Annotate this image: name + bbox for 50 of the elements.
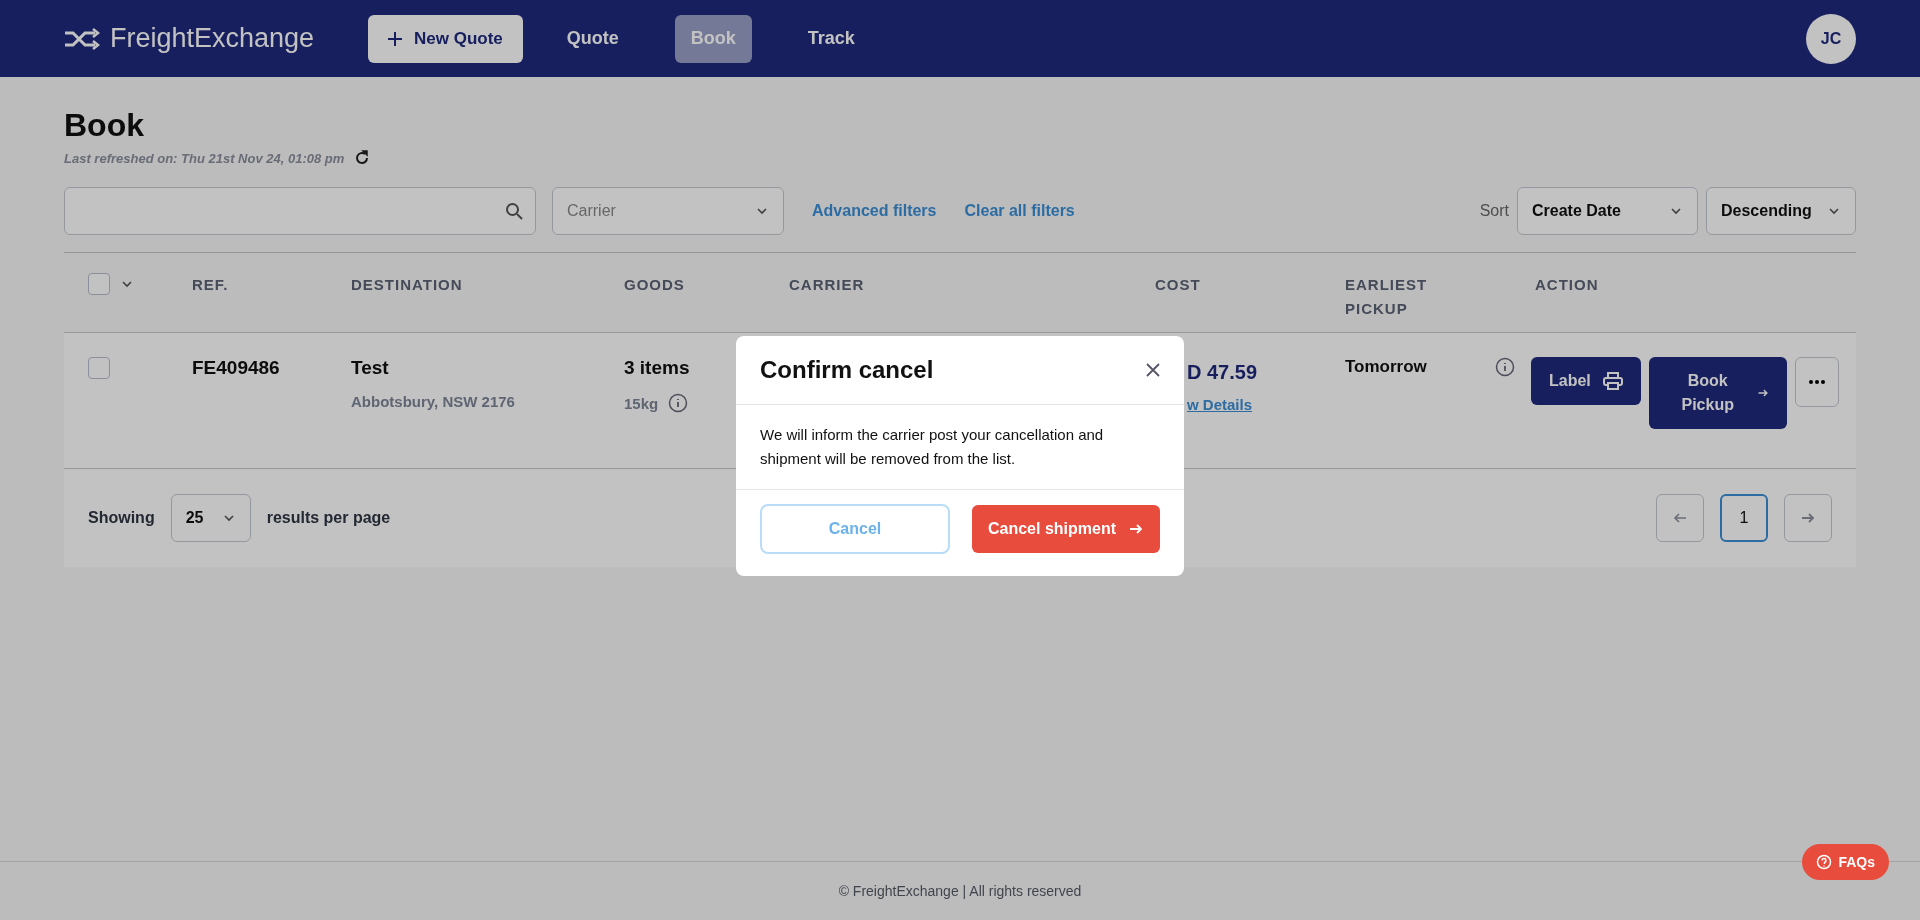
more-button[interactable] xyxy=(1794,357,1839,407)
column-header: DESTINATION xyxy=(351,275,464,295)
user-avatar[interactable]: JC xyxy=(1806,13,1856,64)
label-button[interactable]: Label xyxy=(1531,357,1641,405)
printer-icon xyxy=(1602,372,1623,390)
per-page-dropdown[interactable]: 25 xyxy=(170,494,251,542)
destination-name: Test xyxy=(351,357,390,379)
cost-amount: D 47.59 xyxy=(1187,361,1259,384)
copyright-text: © FreightExchange | All rights reserved xyxy=(838,883,1082,899)
info-icon xyxy=(1495,357,1515,377)
more-icon xyxy=(1808,380,1825,384)
faq-button[interactable]: FAQs xyxy=(1802,844,1889,880)
close-icon[interactable] xyxy=(1146,363,1160,377)
cancel-shipment-button[interactable]: Cancel shipment xyxy=(972,505,1160,553)
column-header: CARRIER xyxy=(789,275,866,295)
showing-label: Showing xyxy=(88,509,155,527)
previous-page-button[interactable] xyxy=(1656,494,1704,542)
column-header: GOODS xyxy=(624,275,686,295)
column-header: REF. xyxy=(192,275,230,295)
page-title: Book xyxy=(64,107,145,144)
select-all-checkbox[interactable] xyxy=(88,273,110,295)
sort-label: Sort xyxy=(1479,202,1509,220)
reference-number: FE409486 xyxy=(192,357,280,378)
destination-address: Abbotsbury, NSW 2176 xyxy=(351,393,515,410)
refresh-icon[interactable] xyxy=(354,150,371,166)
dialog-title: Confirm cancel xyxy=(760,356,934,384)
new-quote-button[interactable]: New Quote xyxy=(368,14,523,63)
column-header: COST xyxy=(1155,275,1202,295)
results-per-page-label: results per page xyxy=(266,509,391,527)
info-icon xyxy=(668,393,689,413)
search-icon xyxy=(505,202,523,220)
help-icon xyxy=(1816,854,1833,870)
book-pickup-button[interactable]: Book Pickup xyxy=(1648,357,1787,429)
sort-dropdown[interactable]: Descending xyxy=(1706,187,1856,235)
nav-tab[interactable]: Track xyxy=(791,14,871,63)
goods-weight: 15kg xyxy=(624,394,659,412)
earliest-pickup: Tomorrow xyxy=(1345,357,1427,377)
nav-tab[interactable]: Quote xyxy=(550,14,635,63)
next-page-button[interactable] xyxy=(1784,494,1832,542)
dialog-message: We will inform the carrier post your cancellation and shipment will be removed from the list. xyxy=(736,405,1184,490)
page-button[interactable]: 1 xyxy=(1720,494,1768,542)
last-refreshed-text: Last refreshed on: Thu 21st Nov 24, 01:08 pm xyxy=(64,150,345,166)
search-field[interactable] xyxy=(64,187,536,235)
row-checkbox[interactable] xyxy=(88,357,110,379)
column-header: ACTION xyxy=(1535,275,1600,295)
column-header: EARLIEST PICKUP xyxy=(1345,275,1429,319)
sort-dropdown[interactable]: Create Date xyxy=(1517,187,1698,235)
logo-text: FreightExchange xyxy=(110,23,315,54)
logo-icon xyxy=(64,27,102,50)
plus-icon xyxy=(388,31,402,46)
